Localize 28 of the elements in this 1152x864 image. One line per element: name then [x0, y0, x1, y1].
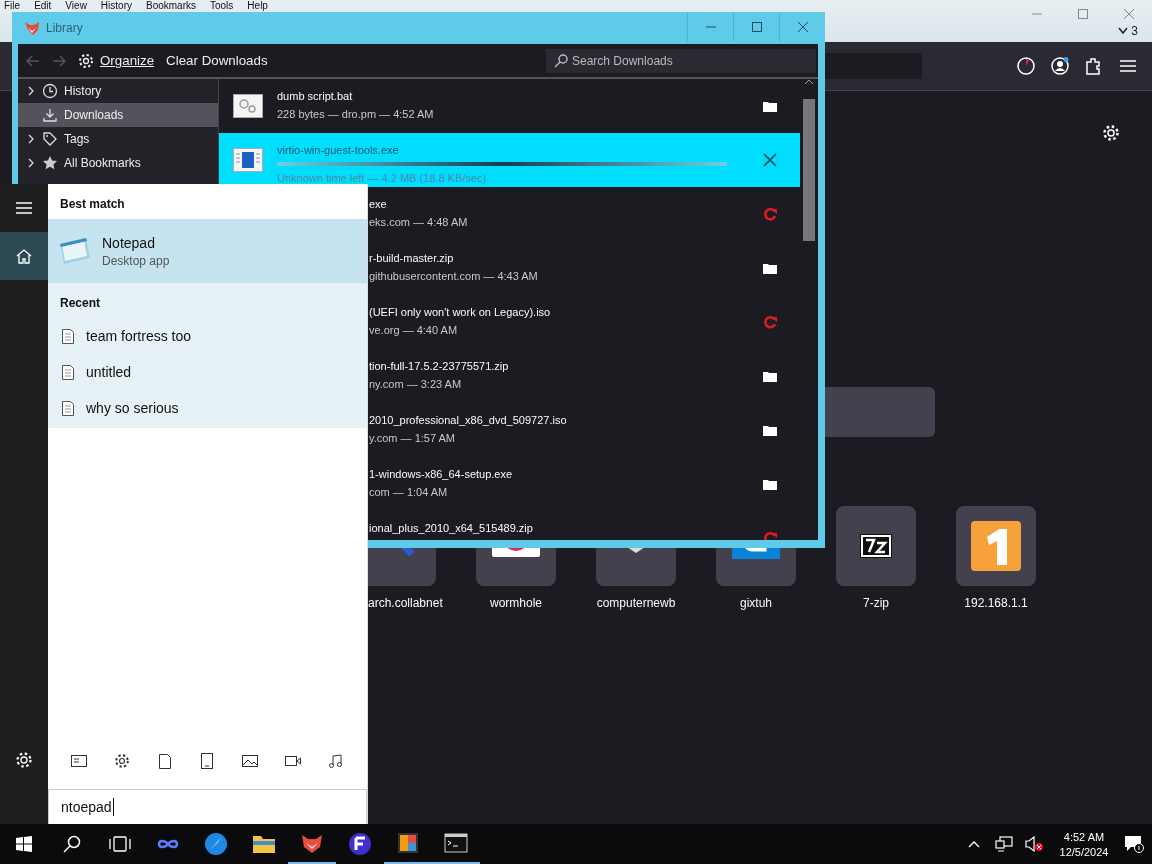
download-details: y.com — 1:57 AM [369, 432, 456, 444]
file-name: dumb script.bat [277, 90, 354, 102]
file-name: 1-windows-x86_64-setup.exe [369, 468, 514, 480]
file-name: virtio-win-guest-tools.exe [277, 144, 400, 156]
download-details: com — 1:04 AM [369, 486, 449, 498]
file-name: tion-full-17.5.2-23775571.zip [369, 360, 510, 372]
file-name: (UEFI only won't work on Legacy).iso [369, 306, 552, 318]
file-name: exe [369, 198, 388, 210]
app-type: Desktop app [102, 253, 170, 268]
file-name: ional_plus_2010_x64_515489.zip [369, 522, 534, 534]
app-name: Notepad [102, 234, 156, 251]
shortcut-label: computernewb [596, 596, 676, 610]
file-name: r-build-master.zip [369, 252, 455, 264]
shortcut-label: wormhole [490, 596, 542, 610]
window-title: Library [46, 21, 83, 35]
shortcut-label: gixtuh [740, 596, 772, 610]
shortcut-label: 7-zip [863, 596, 889, 610]
section-heading: Recent [59, 295, 101, 312]
file-name: 2010_professional_x86_dvd_509727.iso [369, 414, 568, 426]
section-heading: Best match [59, 196, 126, 213]
download-details: ny.com — 3:23 AM [369, 378, 463, 390]
shortcut-label: arch.collabnet [368, 596, 443, 610]
download-details: githubusercontent.com — 4:43 AM [369, 270, 539, 282]
shortcut-label: 192.168.1.1 [964, 596, 1028, 610]
download-details: ve.org — 4:40 AM [369, 324, 459, 336]
download-details: eks.com — 4:48 AM [369, 216, 469, 228]
download-details: 228 bytes — dro.pm — 4:52 AM [277, 108, 435, 120]
download-details: Unknown time left — 4.2 MB (18.8 KB/sec) [277, 172, 488, 184]
